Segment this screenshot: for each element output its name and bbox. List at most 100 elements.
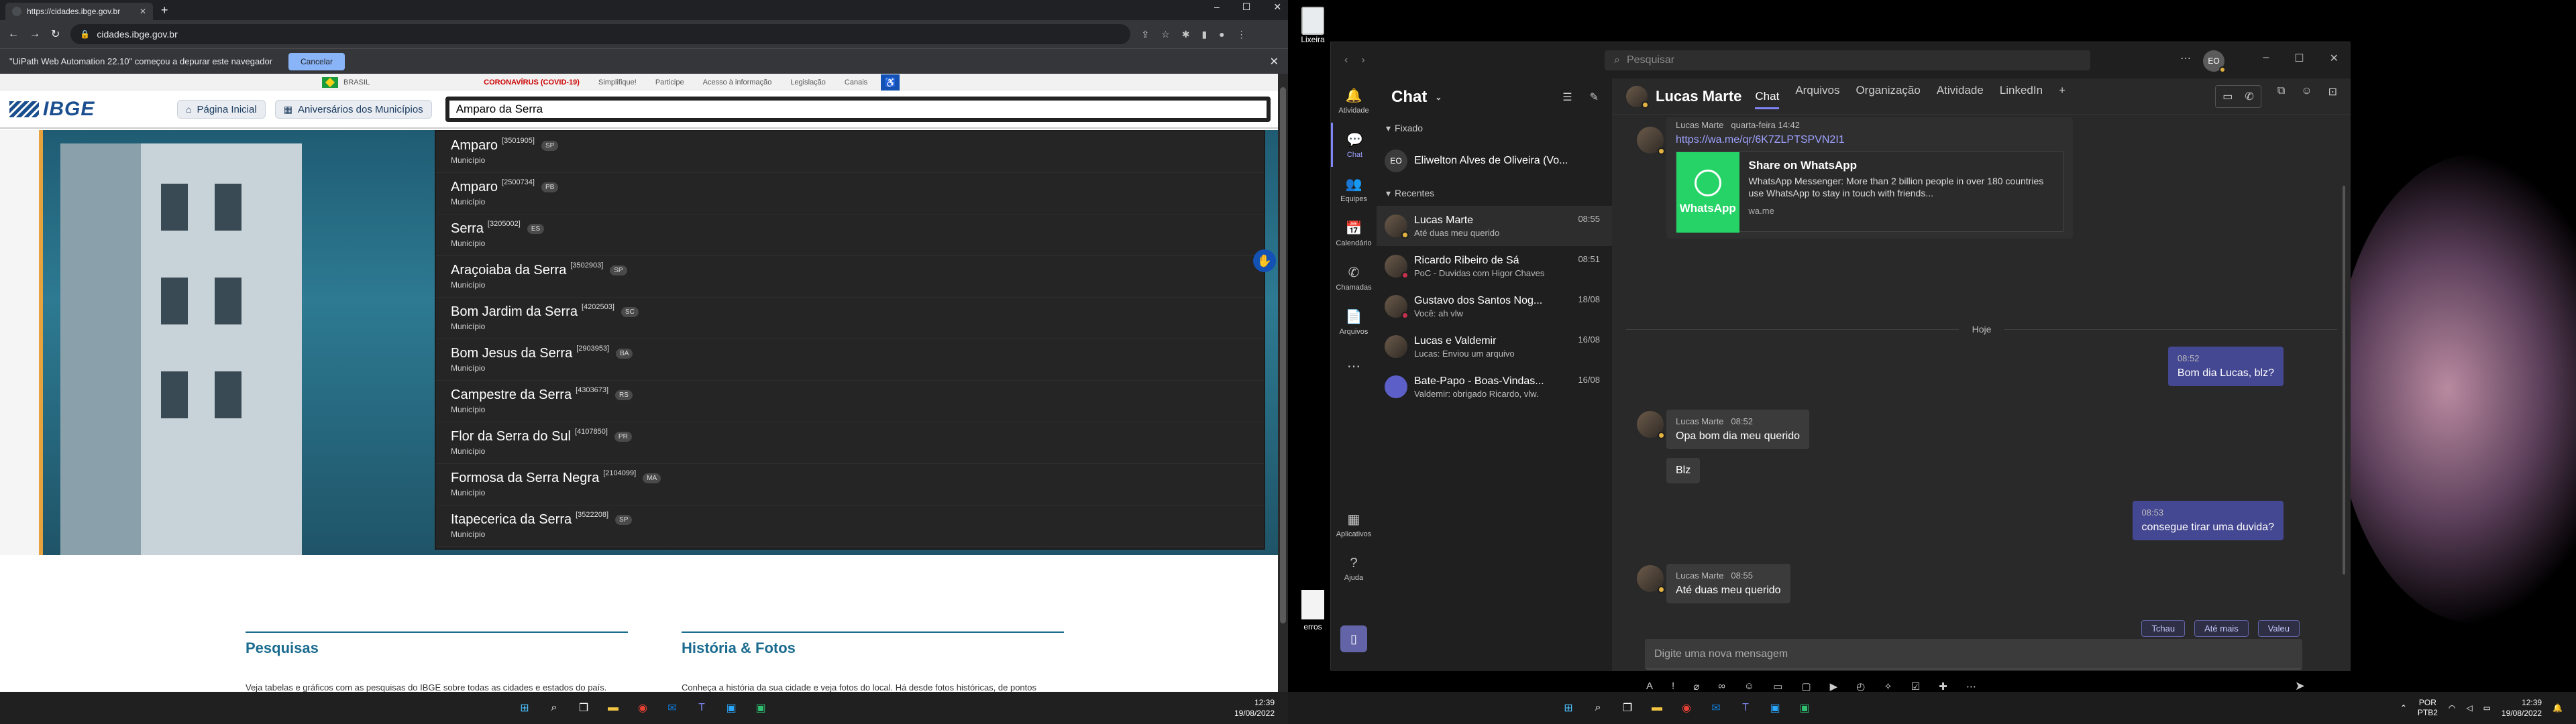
taskview-icon[interactable]: ❐ xyxy=(1617,698,1638,718)
dropdown-item[interactable]: Amparo [3501905] SP Município xyxy=(436,131,1264,173)
search-icon[interactable]: ⌕ xyxy=(544,698,564,718)
app-icon[interactable]: ▣ xyxy=(1794,698,1815,718)
rail-item-teams[interactable]: 👥 Equipes xyxy=(1331,167,1377,211)
screen-share-icon[interactable]: ⊡ xyxy=(2328,85,2337,108)
gov-link-simplifique[interactable]: Simplifique! xyxy=(598,78,637,86)
folder-icon[interactable]: ▬ xyxy=(1647,698,1667,718)
add-people-icon[interactable]: ☺ xyxy=(2301,85,2312,108)
dropdown-item[interactable]: Serra [3205002] ES Município xyxy=(436,215,1264,256)
chat-list-item[interactable]: Lucas Marte Até duas meu querido 08:55 xyxy=(1377,206,1612,246)
folder-icon[interactable]: ▬ xyxy=(603,698,623,718)
new-tab-icon[interactable]: + xyxy=(161,3,168,17)
home-button[interactable]: ⌂ Página Inicial xyxy=(177,100,266,119)
rail-item-calendar[interactable]: 📅 Calendário xyxy=(1331,211,1377,255)
schedule-icon[interactable]: ◴ xyxy=(1856,680,1865,692)
historia-title[interactable]: História & Fotos xyxy=(682,631,1064,657)
teams-icon[interactable]: T xyxy=(1735,698,1756,718)
praise-icon[interactable]: ✧ xyxy=(1884,680,1892,692)
filter-icon[interactable]: ☰ xyxy=(1562,90,1572,104)
reload-icon[interactable]: ↻ xyxy=(51,27,60,41)
more-options-icon[interactable]: ⋯ xyxy=(2180,52,2191,65)
accessibility-icon[interactable]: ♿ xyxy=(881,74,900,90)
reply-ate-mais[interactable]: Até mais xyxy=(2194,620,2249,637)
notifications-icon[interactable]: 🔔 xyxy=(2553,703,2563,713)
wifi-icon[interactable]: ◠ xyxy=(2449,703,2455,713)
avatar[interactable] xyxy=(1626,85,1649,109)
dropdown-item[interactable]: Formosa da Serra Negra [2104099] MA Municíp… xyxy=(436,464,1264,505)
back-icon[interactable]: ‹ xyxy=(1344,54,1348,66)
new-chat-icon[interactable]: ✎ xyxy=(1590,90,1599,104)
message-bubble[interactable]: 08:53 consegue tirar uma duvida? xyxy=(2132,501,2284,540)
compose-message-input[interactable]: Digite uma nova mensagem xyxy=(1645,639,2302,670)
forward-icon[interactable]: → xyxy=(30,28,40,40)
chevron-down-icon[interactable]: ⌄ xyxy=(1435,93,1442,102)
dropdown-item[interactable]: Bom Jesus da Serra [2903953] BA Município xyxy=(436,339,1264,381)
outlook-icon[interactable]: ✉ xyxy=(662,698,682,718)
rail-item-chat[interactable]: 💬 Chat xyxy=(1331,123,1377,167)
video-call-icon[interactable]: ▭ xyxy=(2222,90,2233,103)
chevron-up-icon[interactable]: ⌃ xyxy=(2400,703,2407,713)
search-icon[interactable]: ⌕ xyxy=(1588,698,1608,718)
more-icon[interactable]: ⋯ xyxy=(1966,680,1976,692)
format-icon[interactable]: A xyxy=(1646,680,1653,692)
battery-icon[interactable]: ▭ xyxy=(2483,703,2491,713)
loop-icon[interactable]: ∞ xyxy=(1718,680,1725,692)
language-indicator[interactable]: POR PTB2 xyxy=(2418,698,2438,718)
rail-item-calls[interactable]: ✆ Chamadas xyxy=(1331,255,1377,300)
chat-list-item[interactable]: Lucas e Valdemir Lucas: Enviou um arquivo… xyxy=(1377,326,1612,367)
message-bubble[interactable]: Lucas Marte 08:52 Opa bom dia meu querid… xyxy=(1666,410,1809,449)
close-infobar-icon[interactable]: ✕ xyxy=(1270,55,1279,68)
audio-call-icon[interactable]: ✆ xyxy=(2245,90,2253,103)
whatsapp-preview-card[interactable]: WhatsApp Share on WhatsApp WhatsApp Mess… xyxy=(1676,152,2063,233)
chat-title[interactable]: Chat xyxy=(1391,88,1427,107)
reply-valeu[interactable]: Valeu xyxy=(2257,620,2300,637)
sidebar-icon[interactable]: ▮ xyxy=(1201,29,1207,40)
message-bubble[interactable]: 08:52 Bom dia Lucas, blz? xyxy=(2167,347,2284,386)
taskview-icon[interactable]: ❐ xyxy=(574,698,594,718)
gov-link-participe[interactable]: Participe xyxy=(655,78,684,86)
start-icon[interactable]: ⊞ xyxy=(1558,698,1578,718)
phone-icon[interactable]: ▯ xyxy=(1340,625,1367,652)
chat-list-item[interactable]: Gustavo dos Santos Nog... Você: ah vlw 18/… xyxy=(1377,286,1612,326)
pinned-chat[interactable]: EO Eliwelton Alves de Oliveira (Vo... xyxy=(1377,141,1612,181)
recycle-bin[interactable]: Lixeira xyxy=(1296,7,1330,44)
profile-icon[interactable]: ● xyxy=(1219,29,1224,40)
gov-link-acesso[interactable]: Acesso à informação xyxy=(703,78,772,86)
tab-linkedin[interactable]: LinkedIn xyxy=(2000,84,2043,109)
conversation-name[interactable]: Lucas Marte xyxy=(1656,88,1741,105)
aniversarios-button[interactable]: ▦ Aniversários dos Municípios xyxy=(274,100,432,119)
gov-link-legislacao[interactable]: Legislação xyxy=(790,78,826,86)
send-icon[interactable]: ➤ xyxy=(2295,679,2305,693)
maximize-icon[interactable]: ☐ xyxy=(1242,1,1251,13)
back-icon[interactable]: ← xyxy=(8,28,19,40)
emoji-icon[interactable]: ☺ xyxy=(1744,680,1754,692)
pesquisas-title[interactable]: Pesquisas xyxy=(246,631,628,657)
apps-icon[interactable]: ✚ xyxy=(1939,680,1947,692)
minimize-icon[interactable]: – xyxy=(2263,52,2269,65)
uipath-icon[interactable]: ▣ xyxy=(721,698,741,718)
message-bubble[interactable]: Lucas Marte 08:55 Até duas meu querido xyxy=(1666,564,1790,603)
close-tab-icon[interactable]: ✕ xyxy=(140,7,146,16)
chat-list-item[interactable]: Bate-Papo - Boas-Vindas... Valdemir: obri… xyxy=(1377,367,1612,407)
rail-item-files[interactable]: 📄 Arquivos xyxy=(1331,300,1377,344)
gif-icon[interactable]: ▭ xyxy=(1773,680,1782,692)
reply-tchau[interactable]: Tchau xyxy=(2141,620,2186,637)
share-icon[interactable]: ⇪ xyxy=(1141,29,1149,40)
gov-link-canais[interactable]: Canais xyxy=(845,78,867,86)
message-bubble[interactable]: Lucas Marte quarta-feira 14:42 https://w… xyxy=(1666,117,2073,239)
outlook-icon[interactable]: ✉ xyxy=(1706,698,1726,718)
tab-organizacao[interactable]: Organização xyxy=(1856,84,1920,109)
meet-icon[interactable]: ▶ xyxy=(1830,680,1838,692)
maximize-icon[interactable]: ☐ xyxy=(2294,52,2304,65)
browser-tab[interactable]: https://cidades.ibge.gov.br ✕ xyxy=(5,3,153,20)
pinned-group[interactable]: ▾ Fixado xyxy=(1377,116,1612,141)
important-icon[interactable]: ! xyxy=(1672,680,1674,692)
user-avatar[interactable]: EO xyxy=(2203,50,2226,73)
approvals-icon[interactable]: ☑ xyxy=(1911,680,1920,692)
recent-group[interactable]: ▾ Recentes xyxy=(1377,181,1612,206)
message-bubble[interactable]: Blz xyxy=(1666,458,1701,483)
conversation-scrollbar[interactable] xyxy=(2343,186,2345,575)
accessibility-help-icon[interactable]: ✋ xyxy=(1253,249,1276,272)
dropdown-item[interactable]: Campestre da Serra [4303673] RS Município xyxy=(436,381,1264,422)
dropdown-item[interactable]: Amparo [2500734] PB Município xyxy=(436,173,1264,215)
